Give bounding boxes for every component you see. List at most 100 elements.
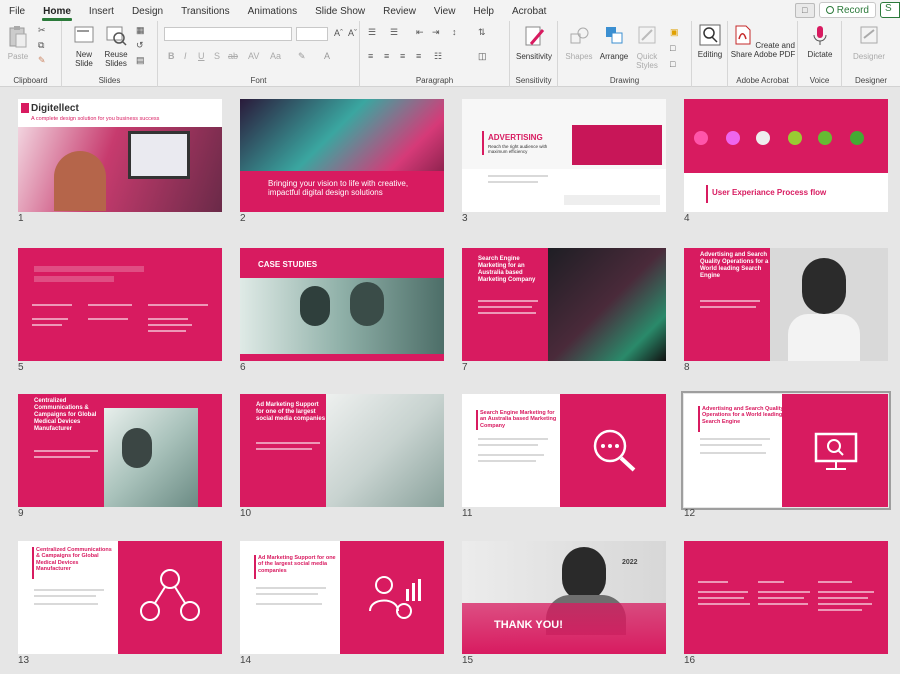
reuse-slides-button[interactable]: Reuse Slides (100, 24, 132, 68)
tab-slide-show[interactable]: Slide Show (306, 6, 374, 21)
slide-thumbnail[interactable]: Bringing your vision to life with creati… (240, 99, 444, 224)
person-image (54, 151, 106, 211)
slide-thumbnail[interactable]: User Experiance Process flow 4 (684, 99, 888, 224)
shapes-button[interactable]: Shapes (560, 24, 598, 61)
drawing-group: Shapes Arrange Quick Styles ▣ □ □ Drawin… (558, 21, 692, 87)
designer-button[interactable]: Designer (846, 24, 892, 61)
strikethrough-icon[interactable]: ab (228, 51, 238, 61)
slide-15-preview: 2022 THANK YOU! (462, 541, 666, 654)
tab-acrobat[interactable]: Acrobat (503, 6, 555, 21)
slide-thumbnail[interactable]: Advertising and Search Quality Operation… (681, 391, 891, 519)
slide-9-preview: Centralized Communications & Campaigns f… (18, 394, 222, 507)
char-spacing-icon[interactable]: AV (248, 51, 259, 61)
bullets-icon[interactable]: ☰ (368, 27, 376, 38)
format-painter-icon[interactable]: ✎ (38, 55, 46, 66)
text-direction-icon[interactable]: ⇅ (478, 27, 486, 38)
slide-thumbnail[interactable]: CASE STUDIES 6 (240, 248, 444, 373)
paste-button[interactable]: Paste (4, 24, 32, 61)
slide-7-preview: Search Engine Marketing for an Australia… (462, 248, 666, 361)
comments-button[interactable]: □ (794, 2, 815, 18)
slide-thumbnail[interactable]: ADVERTISING Reach the right audience wit… (462, 99, 666, 224)
record-icon (825, 6, 834, 14)
increase-indent-icon[interactable]: ⇥ (432, 27, 440, 38)
reset-icon[interactable]: ↺ (136, 40, 144, 51)
font-name-dropdown[interactable] (164, 27, 292, 41)
shape-outline-icon[interactable]: □ (670, 43, 675, 53)
shadow-icon[interactable]: S (214, 51, 220, 61)
copy-icon[interactable]: ⧉ (38, 40, 44, 51)
tab-file[interactable]: File (0, 6, 34, 21)
align-right-icon[interactable]: ≡ (400, 51, 405, 61)
tab-help[interactable]: Help (464, 6, 503, 21)
record-button[interactable]: Record (818, 2, 876, 18)
tab-design[interactable]: Design (123, 6, 172, 21)
slide-8-preview: Advertising and Search Quality Operation… (684, 248, 888, 361)
highlight-icon[interactable]: ✎ (298, 51, 306, 62)
decrease-font-icon[interactable]: Aˇ (348, 28, 357, 38)
sensitivity-icon (525, 26, 545, 46)
dictate-button[interactable]: Dictate (800, 24, 840, 59)
slide-thumbnail[interactable]: Digitellect A complete design solution f… (18, 99, 222, 224)
slide-14-preview: Ad Marketing Support for one of the larg… (240, 541, 444, 654)
align-left-icon[interactable]: ≡ (368, 51, 373, 61)
arrange-icon (606, 27, 623, 44)
align-center-icon[interactable]: ≡ (384, 51, 389, 61)
bold-icon[interactable]: B (168, 51, 175, 61)
increase-font-icon[interactable]: Aˆ (334, 28, 343, 38)
slide-thumbnail[interactable]: 2022 THANK YOU! 15 (462, 541, 666, 666)
decrease-indent-icon[interactable]: ⇤ (416, 27, 424, 38)
shape-effects-icon[interactable]: □ (670, 59, 675, 69)
justify-icon[interactable]: ≡ (416, 51, 421, 61)
sensitivity-button[interactable]: Sensitivity (512, 24, 556, 61)
tab-home[interactable]: Home (34, 6, 80, 21)
slide-thumbnail[interactable]: Centralized Communications & Campaigns f… (18, 541, 222, 666)
slide-11-preview: Search Engine Marketing for an Australia… (462, 394, 666, 507)
powerpoint-window: File Home Insert Design Transitions Anim… (0, 0, 900, 674)
support-analytics-icon (369, 576, 421, 619)
tab-transitions[interactable]: Transitions (172, 6, 239, 21)
slide-thumbnail[interactable]: Ad Marketing Support for one of the larg… (240, 394, 444, 519)
share-button[interactable]: S (880, 2, 900, 18)
slide-thumbnail[interactable]: 5 (18, 248, 222, 373)
designer-icon (860, 26, 878, 44)
slide-thumbnail[interactable]: Search Engine Marketing for an Australia… (462, 248, 666, 373)
section-icon[interactable]: ▤ (136, 55, 145, 66)
change-case-icon[interactable]: Aa (270, 51, 281, 61)
tab-view[interactable]: View (425, 6, 465, 21)
italic-icon[interactable]: I (184, 51, 187, 61)
font-size-dropdown[interactable] (296, 27, 328, 41)
quick-styles-button[interactable]: Quick Styles (628, 24, 666, 70)
shape-fill-icon[interactable]: ▣ (670, 27, 679, 38)
new-slide-button[interactable]: New Slide (68, 24, 100, 68)
tab-animations[interactable]: Animations (239, 6, 306, 21)
tab-insert[interactable]: Insert (80, 6, 123, 21)
font-group: Aˆ Aˇ B I U S ab AV Aa ✎ A Font (158, 21, 360, 87)
slide-thumbnail[interactable]: Advertising and Search Quality Operation… (684, 248, 888, 373)
new-slide-icon (74, 26, 94, 43)
line-spacing-icon[interactable]: ↕ (452, 27, 457, 37)
slide-thumbnail[interactable]: Ad Marketing Support for one of the larg… (240, 541, 444, 666)
slides-group: New Slide Reuse Slides ▦ ↺ ▤ Slides (62, 21, 158, 87)
columns-icon[interactable]: ☷ (434, 51, 442, 62)
slide-thumbnail[interactable]: Centralized Communications & Campaigns f… (18, 394, 222, 519)
layout-icon[interactable]: ▦ (136, 25, 145, 36)
tab-review[interactable]: Review (374, 6, 425, 21)
cut-icon[interactable]: ✂ (38, 25, 46, 36)
monitor-search-icon (814, 432, 858, 470)
font-color-icon[interactable]: A (324, 51, 330, 61)
chart-image (572, 125, 662, 165)
editing-button[interactable]: Editing (694, 24, 726, 59)
numbering-icon[interactable]: ☰ (390, 27, 398, 38)
slide-16-preview (684, 541, 888, 654)
shapes-icon (570, 27, 589, 44)
slide-thumbnail[interactable]: 16 (684, 541, 888, 666)
ribbon-tab-bar: File Home Insert Design Transitions Anim… (0, 0, 900, 21)
pdf-icon (735, 25, 751, 45)
underline-icon[interactable]: U (198, 51, 205, 61)
slide-thumbnail[interactable]: Search Engine Marketing for an Australia… (462, 394, 666, 519)
slide-1-preview: Digitellect A complete design solution f… (18, 99, 222, 212)
create-pdf-button[interactable]: Create and Share Adobe PDF (730, 24, 796, 59)
find-icon (699, 24, 721, 46)
smartart-icon[interactable]: ◫ (478, 51, 487, 62)
reuse-slides-icon (106, 26, 127, 46)
